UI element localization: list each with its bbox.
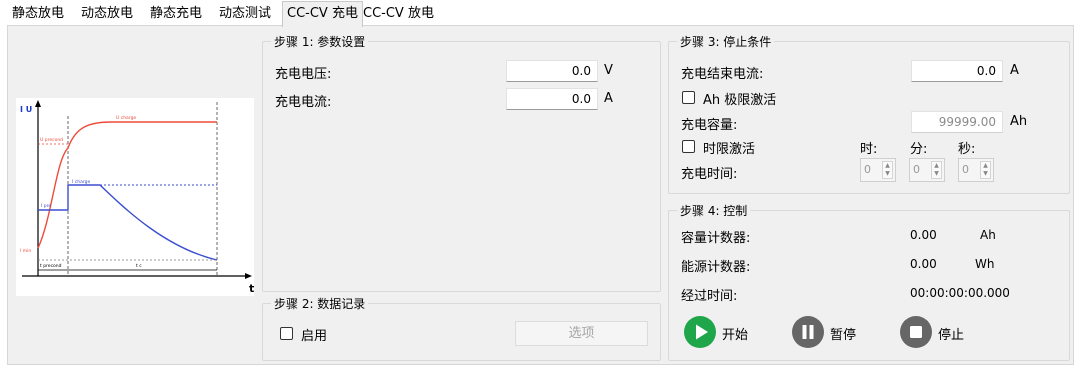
end-current-unit: A — [1010, 63, 1019, 78]
charge-capacity-label: 充电容量: — [681, 118, 738, 133]
options-button[interactable]: 选项 — [515, 321, 648, 346]
tab-dynamic-discharge[interactable]: 动态放电 — [77, 3, 137, 26]
end-current-input[interactable]: 0.0 — [911, 60, 1003, 82]
charge-time-label: 充电时间: — [681, 167, 738, 182]
ah-limit-checkbox[interactable] — [682, 91, 695, 104]
u-precond-label: U precond — [40, 137, 63, 143]
start-button[interactable] — [684, 316, 716, 348]
pause-label[interactable]: 暂停 — [830, 324, 856, 343]
charge-current-input[interactable]: 0.0 — [506, 88, 598, 110]
u-charge-label: U charge — [116, 115, 136, 121]
elapsed-time-value: 00:00:00:00.000 — [910, 286, 1010, 300]
stop-button[interactable] — [900, 316, 932, 348]
charge-current-unit: A — [604, 91, 613, 106]
tab-dynamic-test[interactable]: 动态测试 — [215, 3, 275, 26]
x-axis-arrow — [245, 273, 252, 279]
charge-voltage-label: 充电电压: — [275, 67, 332, 82]
ah-limit-label: Ah 极限激活 — [703, 93, 777, 108]
step1-title: 步骤 1: 参数设置 — [271, 33, 369, 50]
i-charge-label: I charge — [72, 179, 90, 185]
step4-title: 步骤 4: 控制 — [677, 202, 751, 219]
cc-cv-curve-diagram: I U U charge U precond I charge I pre I … — [16, 98, 254, 296]
i-min-label: I min — [20, 248, 31, 254]
minutes-value: 0 — [913, 163, 920, 176]
charge-capacity-input[interactable]: 99999.00 — [911, 111, 1003, 133]
hours-header: 时: — [860, 142, 878, 157]
stop-icon — [900, 316, 932, 348]
charge-capacity-unit: Ah — [1010, 114, 1028, 129]
seconds-spin-arrows-icon[interactable]: ▲ ▼ — [980, 161, 991, 179]
minutes-header: 分: — [910, 142, 928, 157]
time-limit-checkbox[interactable] — [682, 140, 695, 153]
t-c-label: t c — [136, 263, 142, 269]
voltage-curve — [37, 121, 217, 249]
hours-spin-arrows-icon[interactable]: ▲ ▼ — [882, 161, 893, 179]
seconds-spinbox[interactable]: 0 ▲ ▼ — [958, 158, 994, 182]
tab-bar: 静态放电 动态放电 静态充电 动态测试 CC-CV 充电 CC-CV 放电 — [0, 0, 1080, 27]
energy-counter-label: 能源计数器: — [681, 260, 751, 275]
y-axis-label: I U — [20, 105, 32, 114]
charge-voltage-input[interactable]: 0.0 — [506, 60, 598, 82]
energy-counter-unit: Wh — [975, 257, 995, 271]
enable-logging-label: 启用 — [301, 329, 328, 344]
y-axis-arrow — [35, 100, 41, 107]
pause-icon — [792, 316, 824, 348]
seconds-value: 0 — [962, 163, 969, 176]
charge-current-label: 充电电流: — [275, 95, 332, 110]
seconds-header: 秒: — [958, 142, 976, 157]
stop-label[interactable]: 停止 — [938, 324, 964, 343]
tab-static-charge[interactable]: 静态充电 — [146, 3, 206, 26]
cc-cv-curve-svg: I U U charge U precond I charge I pre I … — [20, 100, 252, 279]
capacity-counter-value: 0.00 — [910, 228, 937, 242]
enable-logging-checkbox[interactable] — [280, 327, 293, 340]
step3-title: 步骤 3: 停止条件 — [677, 33, 775, 50]
tab-cc-cv-discharge[interactable]: CC-CV 放电 — [359, 3, 438, 26]
pause-button[interactable] — [792, 316, 824, 348]
minutes-spinbox[interactable]: 0 ▲ ▼ — [909, 158, 945, 182]
step2-title: 步骤 2: 数据记录 — [271, 295, 369, 312]
end-current-label: 充电结束电流: — [681, 67, 764, 82]
capacity-counter-unit: Ah — [980, 228, 996, 242]
play-icon — [684, 316, 716, 348]
tab-static-discharge[interactable]: 静态放电 — [8, 3, 68, 26]
time-limit-label: 时限激活 — [703, 142, 756, 157]
tab-cc-cv-charge[interactable]: CC-CV 充电 — [282, 1, 363, 27]
elapsed-time-label: 经过时间: — [681, 289, 738, 304]
graph-x-label: t — [249, 282, 255, 295]
hours-spinbox[interactable]: 0 ▲ ▼ — [860, 158, 896, 182]
charge-voltage-unit: V — [604, 63, 613, 78]
capacity-counter-label: 容量计数器: — [681, 231, 751, 246]
start-label[interactable]: 开始 — [722, 324, 748, 343]
i-pre-label: I pre — [41, 203, 51, 209]
current-curve — [38, 184, 218, 261]
hours-value: 0 — [864, 163, 871, 176]
minutes-spin-arrows-icon[interactable]: ▲ ▼ — [931, 161, 942, 179]
t-precond-label: t precond — [40, 263, 62, 269]
energy-counter-value: 0.00 — [910, 257, 937, 271]
